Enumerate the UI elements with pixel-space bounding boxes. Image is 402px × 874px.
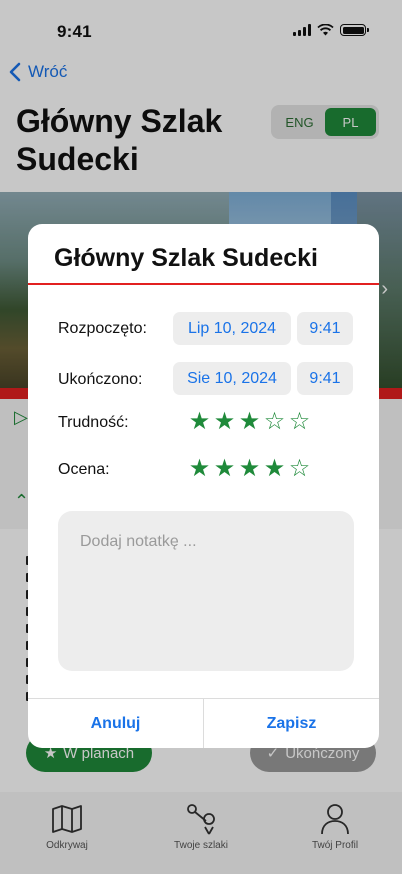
- difficulty-rating[interactable]: ★ ★ ★ ☆ ☆: [188, 410, 311, 434]
- started-date-picker[interactable]: Lip 10, 2024: [173, 312, 291, 345]
- star-filled-icon[interactable]: ★: [188, 410, 211, 434]
- star-filled-icon[interactable]: ★: [188, 457, 211, 481]
- started-label: Rozpoczęto:: [58, 320, 147, 337]
- star-filled-icon[interactable]: ★: [213, 457, 236, 481]
- finished-label: Ukończono:: [58, 371, 143, 388]
- star-empty-icon[interactable]: ☆: [263, 410, 286, 434]
- star-empty-icon[interactable]: ☆: [288, 410, 311, 434]
- started-time-picker[interactable]: 9:41: [297, 312, 353, 345]
- save-button[interactable]: Zapisz: [203, 699, 379, 748]
- cancel-button[interactable]: Anuluj: [28, 699, 203, 748]
- trail-rating[interactable]: ★ ★ ★ ★ ☆: [188, 457, 311, 481]
- dialog-title: Główny Szlak Sudecki: [54, 244, 318, 272]
- star-filled-icon[interactable]: ★: [213, 410, 236, 434]
- note-input[interactable]: [80, 533, 332, 649]
- note-box: [58, 511, 354, 671]
- difficulty-label: Trudność:: [58, 414, 129, 431]
- star-filled-icon[interactable]: ★: [238, 457, 261, 481]
- dialog-actions: Anuluj Zapisz: [28, 698, 379, 748]
- star-filled-icon[interactable]: ★: [263, 457, 286, 481]
- trail-color-divider: [28, 283, 379, 285]
- trail-completion-dialog: Główny Szlak Sudecki Rozpoczęto: Lip 10,…: [28, 224, 379, 748]
- rating-label: Ocena:: [58, 461, 110, 478]
- star-filled-icon[interactable]: ★: [238, 410, 261, 434]
- finished-date-picker[interactable]: Sie 10, 2024: [173, 362, 291, 395]
- star-empty-icon[interactable]: ☆: [288, 457, 311, 481]
- finished-time-picker[interactable]: 9:41: [297, 362, 353, 395]
